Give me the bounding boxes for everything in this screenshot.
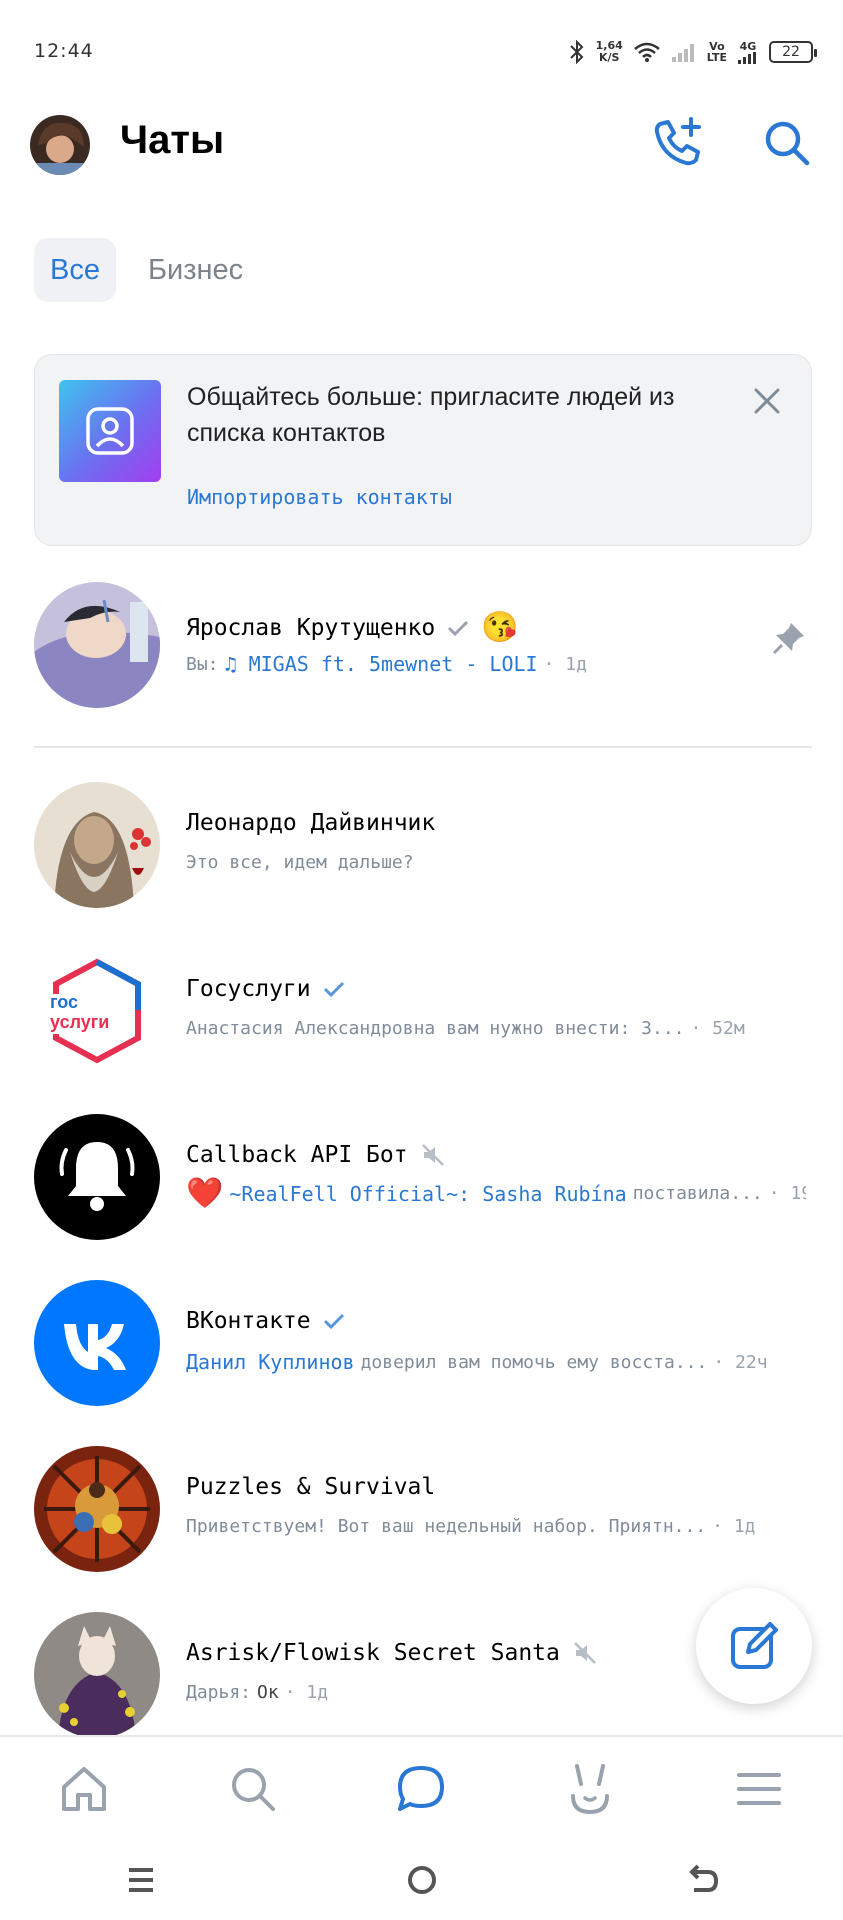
filter-tabs: Все Бизнес [34, 238, 259, 302]
search-button[interactable] [756, 112, 818, 174]
chat-avatar [34, 1612, 160, 1738]
net-speed: 1,64 K/S [595, 39, 623, 64]
signal-strong-icon [738, 51, 756, 64]
tab-menu[interactable] [714, 1744, 804, 1834]
pin-icon [771, 620, 807, 660]
banner-text: Общайтесь больше: пригласите людей из сп… [187, 383, 675, 447]
chat-avatar [34, 1280, 160, 1406]
pinned-divider [34, 746, 812, 748]
chat-name: Ярослав Крутущенко 😘 [186, 610, 519, 645]
chat-preview: Приветствуем! Вот ваш недельный набор. П… [186, 1516, 756, 1537]
verified-icon [323, 981, 344, 997]
chat-avatar [34, 1446, 160, 1572]
close-banner-button[interactable] [749, 383, 785, 419]
chat-item[interactable]: Леонардо Дайвинчик Это все, идем дальше? [0, 766, 843, 916]
home-circle-icon [407, 1866, 436, 1894]
bunny-icon [571, 1763, 610, 1814]
compose-button[interactable] [696, 1588, 812, 1704]
chat-preview: Данил Куплинов доверил вам помочь ему во… [186, 1350, 768, 1374]
page-title: Чаты [120, 118, 225, 162]
chat-preview: Это все, идем дальше? [186, 852, 414, 873]
chat-preview: ❤️ ~RealFell Official~: Sasha Rubína пос… [186, 1176, 806, 1211]
chat-name: Госуслуги [186, 976, 345, 1002]
close-icon [754, 388, 780, 414]
signal-weak-icon [671, 44, 694, 62]
menu-icon [736, 1772, 781, 1805]
chat-item[interactable]: ВКонтакте Данил Куплинов доверил вам пом… [0, 1264, 843, 1414]
search-icon [765, 121, 810, 166]
battery-indicator: 22 [769, 41, 817, 63]
header: Чаты [0, 100, 843, 210]
status-time: 12:44 [34, 40, 94, 62]
back-icon [688, 1864, 718, 1892]
chat-emoji: 😘 [481, 610, 519, 645]
import-contacts-banner: Общайтесь больше: пригласите людей из сп… [34, 354, 812, 546]
contacts-icon [59, 380, 161, 482]
vk-logo-icon [64, 1324, 126, 1370]
system-navigation [0, 1840, 843, 1920]
tab-home[interactable] [39, 1744, 129, 1834]
search-icon [231, 1767, 275, 1811]
muted-icon [421, 1144, 444, 1166]
gosuslugi-logo-text: гос услуги [50, 992, 110, 1032]
message-icon [398, 1765, 445, 1811]
chat-avatar [34, 582, 160, 708]
chat-avatar [34, 1114, 160, 1240]
chat-avatar [34, 782, 160, 908]
status-indicators: 1,64 K/S Vo LTE 4G 22 [568, 34, 817, 70]
back-button[interactable] [663, 1850, 743, 1910]
home-button[interactable] [382, 1850, 462, 1910]
muted-icon [573, 1642, 596, 1664]
bluetooth-icon [569, 40, 584, 64]
chat-name: ВКонтакте [186, 1308, 345, 1334]
chat-item[interactable]: Callback API Бот ❤️ ~RealFell Official~:… [0, 1098, 843, 1248]
preview-emoji: ❤️ [186, 1176, 224, 1211]
chat-name: Callback API Бот [186, 1142, 446, 1168]
chat-preview: Вы: ♫ MIGAS ft. 5mewnet - LOLI · 1д [186, 652, 587, 676]
import-contacts-link[interactable]: Импортировать контакты [187, 485, 452, 509]
bell-icon [59, 1142, 135, 1211]
verified-icon [323, 1313, 344, 1329]
volte-indicator: Vo LTE [706, 40, 727, 64]
compose-icon [731, 1622, 778, 1669]
tab-clips[interactable] [545, 1744, 635, 1834]
chat-item[interactable]: Ярослав Крутущенко 😘 Вы: ♫ MIGAS ft. 5me… [0, 566, 843, 716]
wifi-icon [633, 42, 660, 62]
chat-name: Леонардо Дайвинчик [186, 810, 436, 836]
tab-business[interactable]: Бизнес [132, 238, 259, 302]
chat-item[interactable]: Puzzles & Survival Приветствуем! Вот ваш… [0, 1430, 843, 1580]
phone-plus-icon [654, 117, 701, 166]
chat-name: Asrisk/Flowisk Secret Santa [186, 1640, 598, 1666]
chat-avatar: гос услуги [34, 948, 160, 1074]
recent-apps-icon [128, 1868, 153, 1892]
bottom-tab-bar [0, 1735, 843, 1840]
network-type: 4G [737, 41, 759, 64]
recent-apps-button[interactable] [101, 1850, 181, 1910]
check-icon [448, 620, 469, 636]
chat-name: Puzzles & Survival [186, 1474, 436, 1500]
chat-preview: Анастасия Александровна вам нужно внести… [186, 1018, 745, 1039]
profile-avatar[interactable] [30, 115, 90, 175]
new-call-button[interactable] [646, 112, 708, 174]
chat-item[interactable]: гос услуги Госуслуги Анастасия Александр… [0, 932, 843, 1082]
tab-all[interactable]: Все [34, 238, 116, 302]
tab-search[interactable] [208, 1744, 298, 1834]
home-icon [62, 1766, 107, 1811]
tab-messages[interactable] [376, 1744, 466, 1834]
status-bar: 12:44 1,64 K/S Vo LTE 4G 22 [0, 0, 843, 100]
